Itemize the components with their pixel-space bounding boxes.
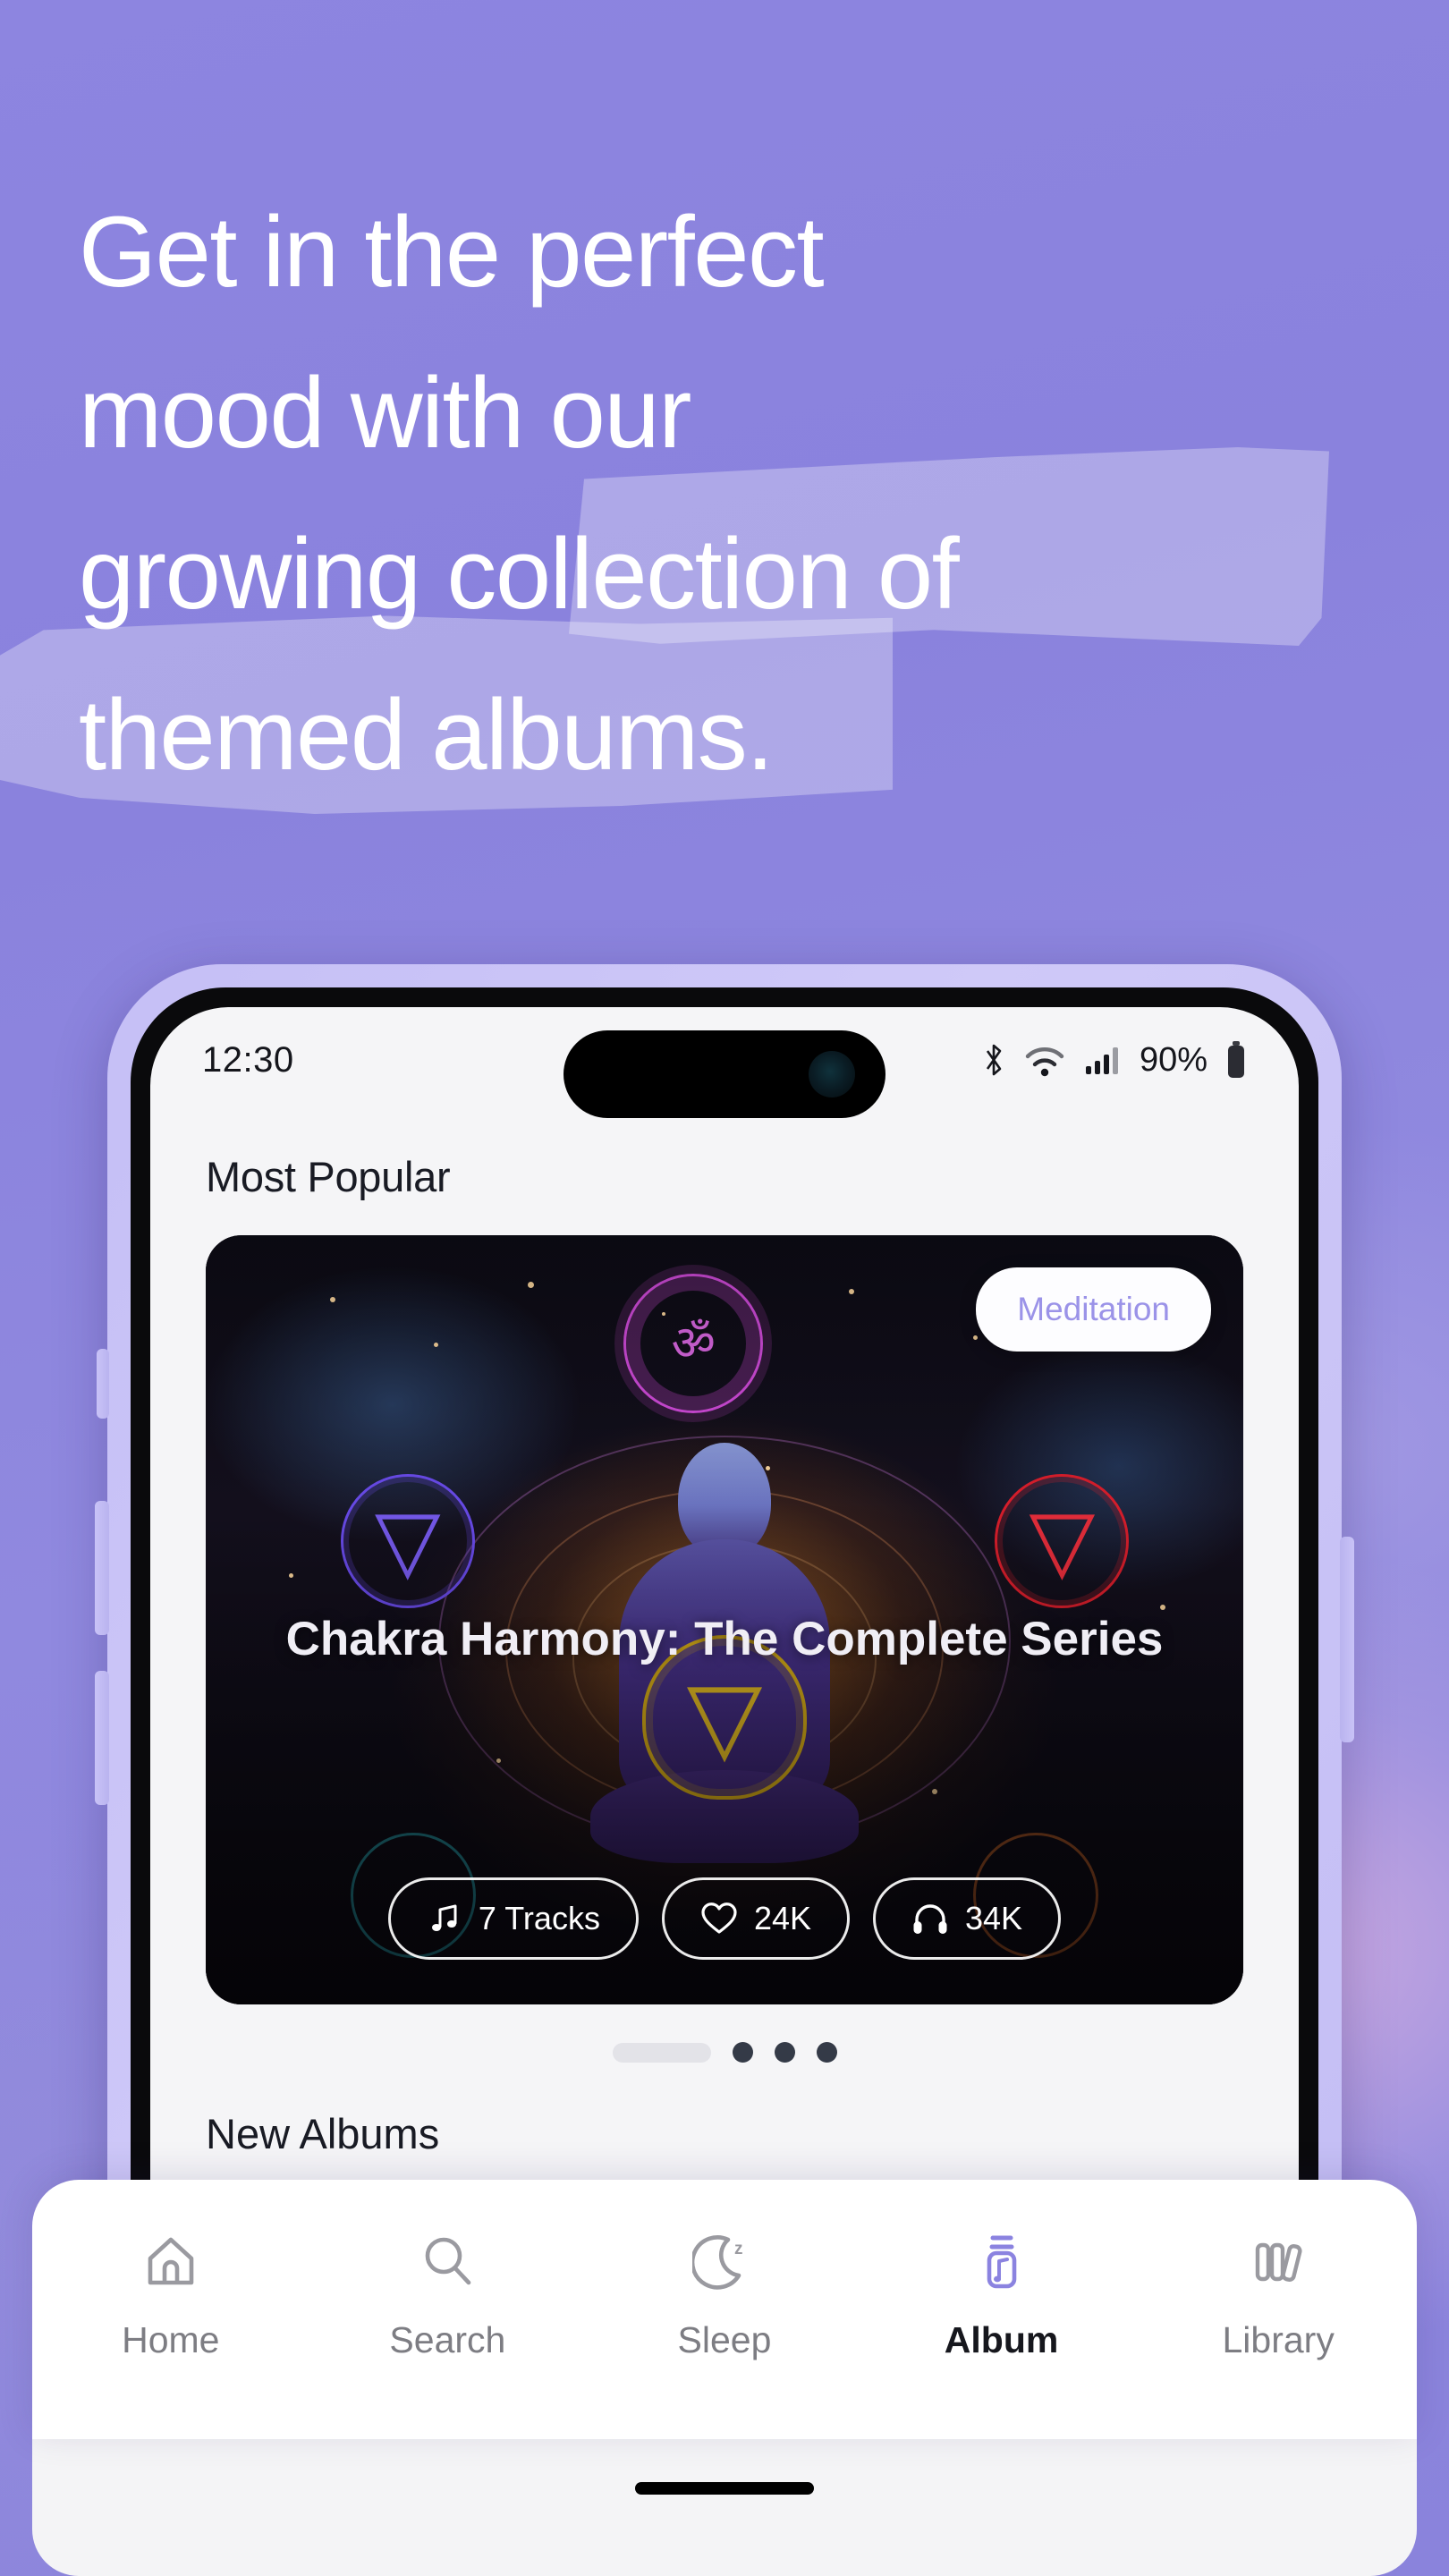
power-button[interactable] xyxy=(1340,1537,1354,1742)
volume-down-button[interactable] xyxy=(95,1671,109,1805)
volume-up-button[interactable] xyxy=(95,1501,109,1635)
battery-icon xyxy=(1228,1041,1244,1078)
headline-line-1: Get in the perfect xyxy=(79,172,1402,333)
pagination-dot[interactable] xyxy=(816,2042,837,2063)
nav-item-sleep[interactable]: z Sleep xyxy=(586,2180,863,2361)
featured-album-card[interactable]: Meditation Chakra Harmony: The Complete … xyxy=(206,1235,1243,2004)
nav-item-library[interactable]: Library xyxy=(1140,2180,1417,2361)
stat-tracks[interactable]: 7 Tracks xyxy=(387,1877,639,1960)
headline-line-1-text: Get in the perfect xyxy=(79,196,825,308)
stat-tracks-label: 7 Tracks xyxy=(478,1900,600,1936)
nav-item-home[interactable]: Home xyxy=(32,2180,309,2361)
pagination-dot[interactable] xyxy=(732,2042,753,2063)
svg-text:z: z xyxy=(734,2240,743,2258)
pagination-dot[interactable] xyxy=(774,2042,795,2063)
nav-item-sleep-label: Sleep xyxy=(677,2319,772,2360)
nav-item-library-label: Library xyxy=(1222,2319,1335,2360)
cellular-signal-icon xyxy=(1085,1047,1118,1074)
stat-likes-label: 24K xyxy=(753,1900,812,1936)
hero-headline: Get in the perfect mood with our growing… xyxy=(0,172,1402,816)
section-title-most-popular: Most Popular xyxy=(206,1153,451,1200)
status-indicators: 90% xyxy=(982,1040,1247,1080)
moon-sleep-icon: z xyxy=(691,2224,757,2298)
battery-percentage: 90% xyxy=(1139,1040,1208,1079)
front-camera-icon xyxy=(809,1051,855,1097)
navbar-lower-panel xyxy=(32,2439,1417,2576)
silent-switch-button[interactable] xyxy=(97,1349,109,1419)
album-card-title: Chakra Harmony: The Complete Series xyxy=(285,1613,1164,1665)
nav-item-home-label: Home xyxy=(122,2319,220,2360)
stat-likes[interactable]: 24K xyxy=(661,1877,851,1960)
headline-line-4: themed albums. xyxy=(0,615,1402,816)
books-icon xyxy=(1246,2224,1310,2298)
headline-line-3-text: growing collection of xyxy=(79,518,960,630)
stat-listens[interactable]: 34K xyxy=(873,1877,1062,1960)
home-icon xyxy=(139,2224,203,2298)
stat-listens-label: 34K xyxy=(965,1900,1023,1936)
dynamic-island xyxy=(564,1030,886,1118)
music-note-icon xyxy=(431,1904,457,1931)
nav-item-album[interactable]: Album xyxy=(863,2180,1140,2361)
heart-icon xyxy=(701,1902,737,1934)
pagination-active-indicator[interactable] xyxy=(612,2042,711,2063)
search-icon xyxy=(415,2224,479,2298)
headline-line-3: growing collection of xyxy=(79,447,1402,655)
headline-line-2-text: mood with our xyxy=(79,357,691,469)
nav-item-search-label: Search xyxy=(389,2319,506,2360)
nav-item-album-label: Album xyxy=(944,2319,1059,2360)
wifi-icon xyxy=(1025,1046,1064,1077)
category-badge[interactable]: Meditation xyxy=(976,1267,1211,1352)
album-jar-icon xyxy=(970,2224,1034,2298)
carousel-pagination[interactable] xyxy=(150,2042,1299,2063)
section-title-new-albums: New Albums xyxy=(206,2110,440,2157)
album-stats-row: 7 Tracks 24K 34K xyxy=(206,1877,1243,1960)
headline-line-2: mood with our xyxy=(79,333,1402,494)
status-bar: 12:30 90% xyxy=(150,1007,1299,1118)
headline-line-4-text: themed albums. xyxy=(79,679,774,791)
bottom-navigation-bar: Home Search z Sleep Album Library xyxy=(32,2180,1417,2439)
headphones-icon xyxy=(913,1904,947,1934)
home-indicator[interactable] xyxy=(635,2482,814,2495)
nav-item-search[interactable]: Search xyxy=(309,2180,587,2361)
status-clock: 12:30 xyxy=(202,1039,294,1080)
bluetooth-icon xyxy=(986,1044,1002,1076)
